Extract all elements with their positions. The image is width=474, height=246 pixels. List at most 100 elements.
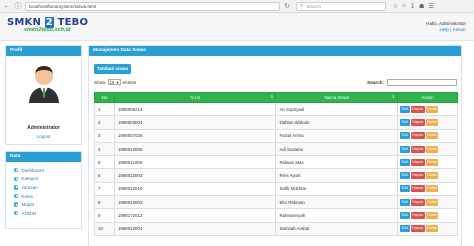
cell-nama: Adi Susanto [275, 141, 399, 157]
delete-button[interactable]: Hapus [410, 132, 425, 140]
menu-icon[interactable]: ☰ [428, 3, 433, 10]
menu-item-kelas[interactable]: Kelas [14, 192, 73, 201]
delete-button[interactable]: Hapus [410, 172, 425, 180]
detail-button[interactable]: Detail [425, 172, 439, 180]
reload-icon[interactable]: ↻ [283, 2, 291, 10]
delete-button[interactable]: Hapus [410, 185, 425, 193]
cell-nama: Samsah Ambar [275, 221, 399, 236]
delete-button[interactable]: Hapus [410, 105, 425, 113]
shield-icon[interactable]: ☗ [419, 3, 424, 10]
menu-item-dashboard[interactable]: Dashboard [14, 166, 73, 175]
detail-button[interactable]: Detail [425, 132, 439, 140]
menu-item-label: Kelas [21, 193, 33, 199]
cell-actions: Edit Hapus Detail [397, 221, 458, 236]
column-header-nis[interactable]: N.I.S ⇕ [113, 92, 277, 103]
edit-button[interactable]: Edit [400, 105, 410, 113]
entries-select[interactable]: 10 ▾ [107, 79, 121, 85]
detail-button[interactable]: Detail [425, 225, 439, 233]
school-logo[interactable]: SMKN 2 TEBO smkn2tebo.sch.id [7, 17, 88, 33]
detail-button[interactable]: Detail [425, 105, 439, 113]
edit-button[interactable]: Edit [400, 225, 410, 233]
download-icon[interactable]: ↧ [410, 3, 415, 10]
cell-actions: Edit Hapus Detail [397, 195, 458, 210]
data-menu-panel: Data Dashboard Kategori Jurusan Kelas Ma… [5, 151, 82, 229]
logout-link[interactable]: Logout [6, 134, 81, 139]
search-label: Search: [367, 80, 384, 85]
edit-button[interactable]: Edit [400, 172, 410, 180]
detail-button[interactable]: Detail [425, 145, 439, 153]
add-student-button[interactable]: Tambah siswa [94, 64, 132, 74]
menu-item-admin[interactable]: ADMIN [14, 209, 73, 218]
delete-button[interactable]: Hapus [410, 158, 425, 166]
cell-no: 2 [94, 115, 115, 130]
detail-button[interactable]: Detail [425, 158, 439, 166]
home-icon[interactable]: ⌂ [402, 3, 406, 10]
menu-item-kategori[interactable]: Kategori [14, 175, 73, 184]
browser-toolbar: ← ⓘ localhost/binaurystem/siswa.html ↻ ⚲… [0, 0, 474, 13]
cell-nis: 1990010006 [113, 141, 277, 157]
cell-nama: Ari Supriyadi [275, 101, 399, 117]
check-circle-icon [14, 168, 19, 173]
info-icon[interactable]: ⓘ [14, 2, 22, 10]
browser-search-input[interactable]: ⚲ Search [296, 1, 386, 11]
delete-button[interactable]: Hapus [410, 118, 425, 126]
table-row: 8 1990010003 Eko Rahman Edit Hapus Detail [94, 195, 458, 210]
cell-no: 10 [94, 221, 115, 236]
column-header-action: Action [397, 92, 458, 103]
detail-button[interactable]: Detail [425, 198, 439, 206]
url-bar[interactable]: localhost/binaurystem/siswa.html [25, 1, 280, 11]
user-info: Hallo, Administrator Help | Keluar [426, 21, 466, 33]
url-text: localhost/binaurystem/siswa.html [29, 3, 97, 9]
detail-button[interactable]: Detail [425, 118, 439, 126]
sort-icon: ⇕ [391, 94, 396, 99]
detail-button[interactable]: Detail [425, 212, 439, 220]
cell-nis: 1990011009 [113, 155, 277, 170]
edit-button[interactable]: Edit [400, 145, 410, 153]
delete-button[interactable]: Hapus [410, 145, 425, 153]
edit-button[interactable]: Edit [400, 158, 410, 166]
cell-no: 1 [94, 101, 115, 117]
delete-button[interactable]: Hapus [410, 198, 425, 206]
cell-nis: 1990012019 [113, 181, 277, 197]
table-search-input[interactable] [387, 79, 457, 86]
detail-button[interactable]: Detail [425, 185, 439, 193]
cell-nama: Rahmansyah [275, 208, 399, 223]
table-row: 5 1990011009 Ridwan Mas Edit Hapus Detail [94, 155, 458, 170]
cell-actions: Edit Hapus Detail [397, 155, 458, 170]
cell-nis: 1990007028 [113, 128, 277, 143]
menu-item-mapel[interactable]: Mapel [14, 200, 73, 209]
student-management-panel: Manajemen Data Siswa Tambah siswa Show 1… [88, 45, 462, 246]
menu-item-label: ADMIN [21, 210, 37, 216]
menu-item-jurusan[interactable]: Jurusan [14, 183, 73, 192]
menu-item-label: Kategori [21, 176, 39, 182]
check-circle-icon [14, 202, 19, 207]
table-row: 10 1990012001 Samsah Ambar Edit Hapus Detail [94, 221, 458, 236]
cell-no: 7 [94, 181, 115, 197]
search-icon: ⚲ [300, 3, 304, 8]
edit-button[interactable]: Edit [400, 118, 410, 126]
cell-nama: Reni Ayuni [275, 168, 399, 183]
help-logout-links[interactable]: Help | Keluar [426, 27, 466, 33]
cell-nis: 1990006214 [113, 101, 277, 117]
edit-button[interactable]: Edit [400, 212, 410, 220]
entries-control: Show 10 ▾ entries [94, 79, 136, 85]
edit-button[interactable]: Edit [400, 132, 410, 140]
column-header-nama[interactable]: Nama Siswa ⇕ [275, 92, 399, 103]
column-header-no[interactable]: No [94, 92, 115, 103]
cell-nis: 1990010003 [113, 195, 277, 210]
check-circle-icon [14, 185, 19, 190]
edit-button[interactable]: Edit [400, 185, 410, 193]
back-icon[interactable]: ← [3, 2, 11, 10]
delete-button[interactable]: Hapus [410, 225, 425, 233]
cell-no: 6 [94, 168, 115, 183]
app-header: SMKN 2 TEBO smkn2tebo.sch.id Hallo, Admi… [0, 13, 474, 41]
star-icon[interactable]: ☆ [393, 3, 398, 10]
cell-actions: Edit Hapus Detail [397, 181, 458, 197]
cell-actions: Edit Hapus Detail [397, 141, 458, 157]
delete-button[interactable]: Hapus [410, 212, 425, 220]
profile-panel: Profil Administrator Logout [5, 45, 82, 145]
check-circle-icon [14, 193, 19, 199]
edit-button[interactable]: Edit [400, 198, 410, 206]
cell-no: 8 [94, 195, 115, 210]
cell-actions: Edit Hapus Detail [397, 168, 458, 183]
